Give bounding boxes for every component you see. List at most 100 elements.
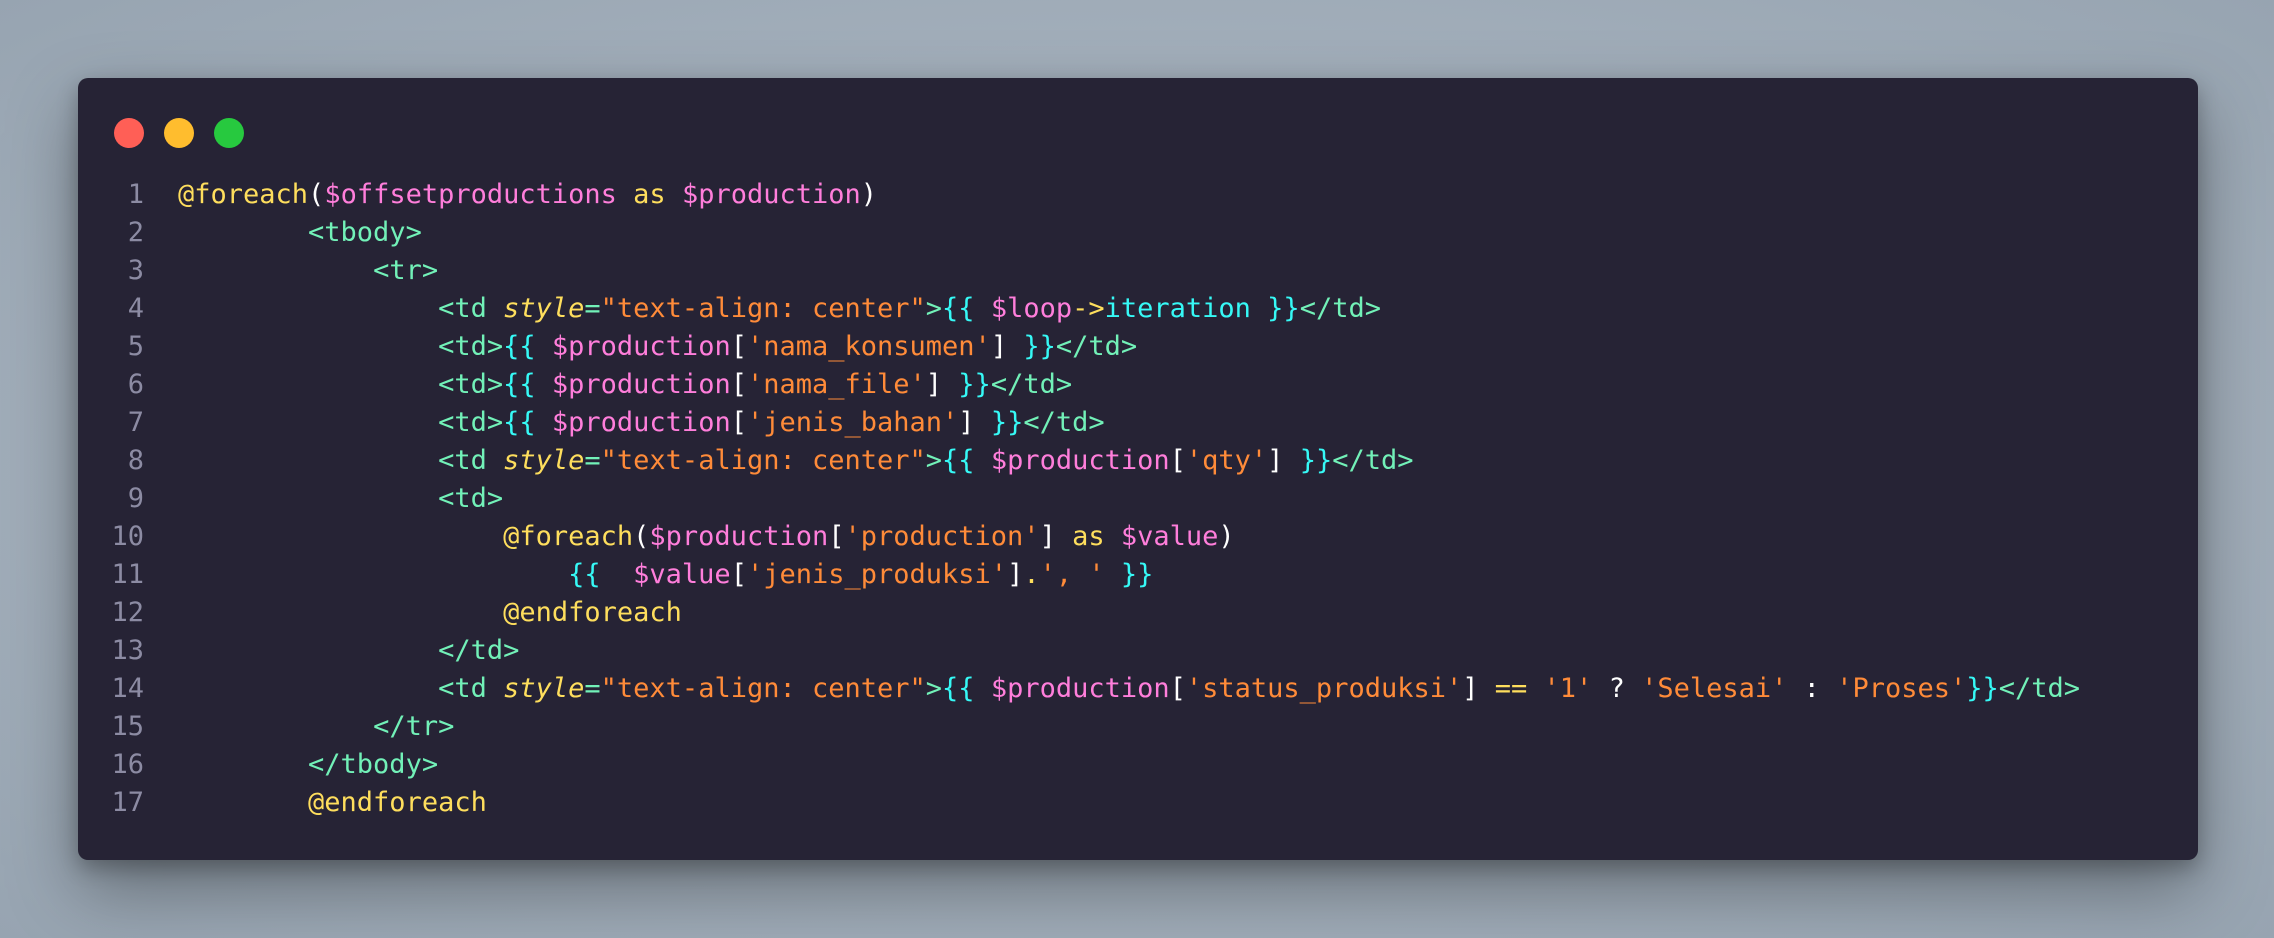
line-number: 10 — [111, 521, 144, 552]
code-token: style — [503, 673, 585, 704]
code-token: <td> — [438, 331, 504, 362]
code-line: 10 @foreach($production['production'] as … — [78, 518, 2198, 556]
close-button[interactable] — [114, 118, 144, 148]
code-token: style — [503, 293, 585, 324]
code-window: 1 @foreach($offsetproductions as $product… — [78, 78, 2198, 860]
code-token: ', ' — [1039, 559, 1105, 590]
code-token: $value — [1120, 521, 1219, 552]
line-source: <td style="text-align: center">{{ $loop-… — [144, 290, 1381, 328]
line-number: 1 — [127, 179, 144, 210]
line-number: 7 — [127, 407, 144, 438]
line-source: <tr> — [144, 252, 438, 290]
code-token: @foreach — [178, 179, 309, 210]
code-token: [ — [828, 521, 845, 552]
code-token: as — [616, 179, 682, 210]
code-token: $loop — [990, 293, 1073, 324]
code-token: $production — [990, 445, 1170, 476]
code-token: {{ — [503, 331, 552, 362]
code-token: 'nama_konsumen' — [746, 331, 991, 362]
line-source: </tr> — [144, 708, 454, 746]
code-token: $production — [990, 673, 1170, 704]
line-source: </td> — [144, 632, 519, 670]
code-token: 'jenis_bahan' — [746, 407, 959, 438]
code-line: 11{{ $value['jenis_produksi'].', ' }} — [78, 556, 2198, 594]
code-token: > — [925, 673, 943, 704]
line-source: @endforeach — [144, 594, 682, 632]
code-token: ] — [958, 407, 975, 438]
line-number: 4 — [127, 293, 144, 324]
code-token: <td> — [438, 407, 504, 438]
line-source: <tbody> — [144, 214, 422, 252]
line-number: 6 — [127, 369, 144, 400]
line-source: <td>{{ $production['jenis_bahan'] }}</td… — [144, 404, 1105, 442]
code-block: 1 @foreach($offsetproductions as $product… — [78, 176, 2198, 822]
code-token: "text-align: center" — [600, 445, 926, 476]
code-token: > — [925, 293, 943, 324]
code-token: </td> — [1998, 673, 2081, 704]
code-token: 'Selesai' — [1641, 673, 1788, 704]
code-token: </td> — [1332, 445, 1414, 476]
code-line: 4 <td style="text-align: center">{{ $loop… — [78, 290, 2198, 328]
line-number: 12 — [111, 597, 144, 628]
code-line: 7 <td>{{ $production['jenis_bahan'] }}</t… — [78, 404, 2198, 442]
code-line: 9 <td> — [78, 480, 2198, 518]
code-token: -> — [1072, 293, 1105, 324]
code-line: 17 @endforeach — [78, 784, 2198, 822]
code-token: </td> — [1299, 293, 1381, 324]
code-line: 2 <tbody> — [78, 214, 2198, 252]
code-token: </tr> — [373, 711, 455, 742]
code-token: </td> — [1055, 331, 1138, 362]
code-token: <td — [438, 673, 504, 704]
code-token: </td> — [1023, 407, 1105, 438]
code-token: ? — [1592, 673, 1642, 704]
code-token: [ — [730, 331, 747, 362]
line-number: 14 — [111, 673, 144, 704]
code-token: ) — [860, 179, 878, 210]
code-token: ( — [633, 521, 650, 552]
code-token: $production — [551, 331, 731, 362]
code-token: [ — [730, 407, 747, 438]
code-token: 'nama_file' — [746, 369, 926, 400]
code-token: }} — [1250, 293, 1300, 324]
code-token: "text-align: center" — [600, 673, 926, 704]
line-number: 2 — [127, 217, 144, 248]
line-source: {{ $value['jenis_produksi'].', ' }} — [144, 556, 1153, 594]
code-token: > — [925, 445, 943, 476]
code-token: {{ — [503, 369, 552, 400]
code-line: 1 @foreach($offsetproductions as $product… — [78, 176, 2198, 214]
code-line: 6 <td>{{ $production['nama_file'] }}</td> — [78, 366, 2198, 404]
line-source: <td> — [144, 480, 503, 518]
code-token: @endforeach — [308, 787, 487, 818]
code-token: style — [503, 445, 585, 476]
code-token: 'production' — [844, 521, 1040, 552]
code-line: 3 <tr> — [78, 252, 2198, 290]
code-token: 'jenis_produksi' — [746, 559, 1008, 590]
line-source: @endforeach — [144, 784, 487, 822]
code-token: <tbody> — [308, 217, 422, 248]
code-token: . — [1023, 559, 1040, 590]
code-token: == — [1478, 673, 1544, 704]
code-token: as — [1055, 521, 1121, 552]
code-token: {{ — [568, 559, 634, 590]
code-token: $production — [551, 407, 731, 438]
code-token: @foreach — [503, 521, 634, 552]
code-token: 'status_produksi' — [1185, 673, 1463, 704]
line-number: 15 — [111, 711, 144, 742]
line-number: 9 — [127, 483, 144, 514]
minimize-button[interactable] — [164, 118, 194, 148]
line-number: 17 — [111, 787, 144, 818]
code-line: 16 </tbody> — [78, 746, 2198, 784]
code-token: <td> — [438, 483, 504, 514]
code-token: <tr> — [373, 255, 439, 286]
code-token: </tbody> — [308, 749, 439, 780]
maximize-button[interactable] — [214, 118, 244, 148]
code-token: [ — [730, 369, 747, 400]
code-token: @endforeach — [503, 597, 682, 628]
code-token: iteration — [1104, 293, 1251, 324]
code-token: ] — [990, 331, 1008, 362]
code-token: <td> — [438, 369, 504, 400]
code-token: [ — [730, 559, 747, 590]
code-token: "text-align: center" — [600, 293, 926, 324]
code-token: = — [584, 445, 601, 476]
code-token: <td — [438, 445, 504, 476]
